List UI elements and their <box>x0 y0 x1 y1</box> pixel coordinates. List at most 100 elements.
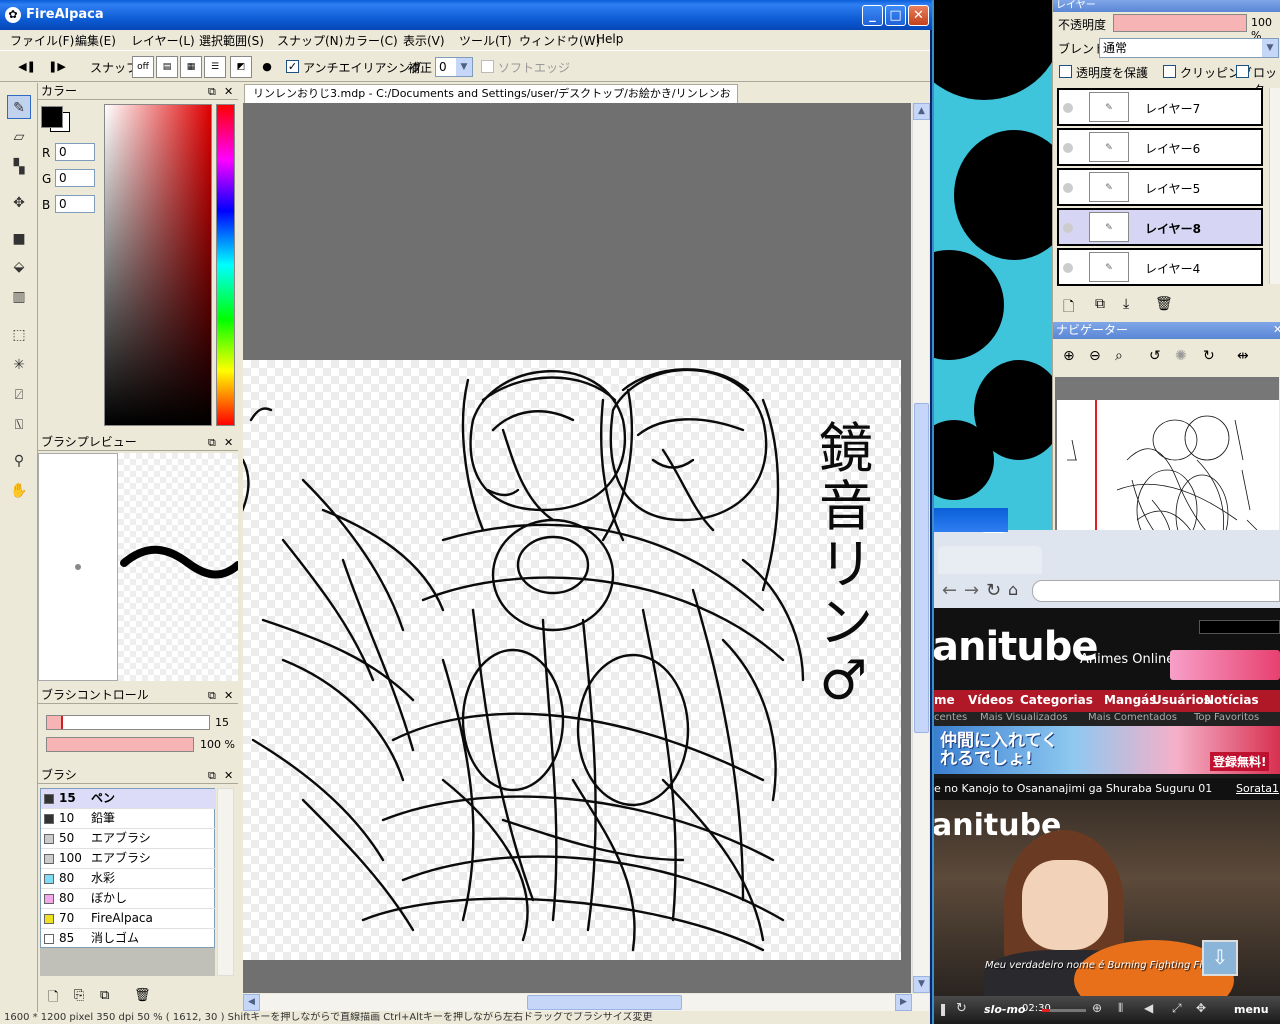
brush-size-slider[interactable] <box>46 715 210 730</box>
snap-grid-icon[interactable]: ▦ <box>180 56 202 78</box>
menu-item-1[interactable]: 編集(E) <box>75 32 116 49</box>
zoom-icon[interactable]: ⊕ <box>1092 1001 1102 1015</box>
brush-item[interactable]: 85 消しゴム <box>41 929 216 949</box>
visibility-icon[interactable] <box>1063 183 1073 193</box>
close-icon[interactable]: ✕ <box>224 83 233 100</box>
delete-layer-icon[interactable]: 🗑 <box>1155 296 1173 312</box>
visibility-icon[interactable] <box>1063 223 1073 233</box>
brush-item[interactable]: 80 水彩 <box>41 869 216 889</box>
brush-item[interactable]: 70 FireAlpaca <box>41 909 216 929</box>
site-nav-item[interactable]: Usuários <box>1152 693 1211 707</box>
maximize-button[interactable]: □ <box>885 5 906 26</box>
prev-icon[interactable]: ◀❚ <box>18 58 36 76</box>
snap-point-icon[interactable]: ● <box>258 58 276 76</box>
horizontal-scroll-thumb[interactable] <box>527 995 682 1010</box>
merge-down-icon[interactable]: ⤓ <box>1123 296 1129 312</box>
menu-item-6[interactable]: 表示(V) <box>403 32 445 49</box>
site-nav-item[interactable]: Notícias <box>1204 693 1259 707</box>
b-input[interactable]: 0 <box>55 195 95 213</box>
pause-icon[interactable]: ❚ <box>938 1002 948 1016</box>
close-icon[interactable]: ✕ <box>224 434 233 451</box>
foreground-color-swatch[interactable] <box>41 106 63 128</box>
vertical-scroll-thumb[interactable] <box>914 403 929 733</box>
blend-select[interactable]: 通常 ▼ <box>1099 38 1279 58</box>
move-tool-icon[interactable]: ✥ <box>7 191 31 215</box>
brush-item[interactable]: 10 鉛筆 <box>41 809 216 829</box>
eyedropper-icon[interactable]: ⚲ <box>7 449 31 473</box>
layer-row[interactable]: ✎ レイヤー6 <box>1057 128 1263 166</box>
site-subnav-item[interactable]: centes <box>934 712 967 723</box>
clipping-checkbox[interactable] <box>1163 65 1176 78</box>
back-arrow-icon[interactable]: ← <box>942 580 957 601</box>
replay-icon[interactable]: ↻ <box>956 1001 967 1016</box>
saturation-value-picker[interactable] <box>104 104 212 426</box>
close-button[interactable]: ✕ <box>908 5 929 26</box>
home-icon[interactable]: ⌂ <box>1008 580 1018 599</box>
brush-item[interactable]: 15 ペン <box>41 789 216 809</box>
edit-brush-icon[interactable]: ⎘ <box>74 988 84 1003</box>
site-subnav-item[interactable]: Mais Visualizados <box>980 712 1068 723</box>
softedge-checkbox[interactable] <box>481 60 494 73</box>
magic-wand-icon[interactable]: ✳ <box>7 353 31 377</box>
fill-tool-icon[interactable]: ■ <box>7 227 31 251</box>
menu-item-4[interactable]: スナップ(N) <box>277 32 343 49</box>
antialias-checkbox[interactable]: ✓ <box>286 60 299 73</box>
zoom-fit-icon[interactable]: ⌕ <box>1115 348 1123 364</box>
site-subnav-item[interactable]: Mais Comentados <box>1088 712 1177 723</box>
flip-icon[interactable]: ⇹ <box>1237 348 1249 364</box>
new-layer-icon[interactable]: 🗋 <box>1063 296 1074 320</box>
menu-item-7[interactable]: ツール(T) <box>459 32 512 49</box>
address-bar[interactable] <box>1032 580 1280 602</box>
duplicate-brush-icon[interactable]: ⧉ <box>100 988 109 1003</box>
drawing-canvas[interactable]: 鏡音リン♂ <box>243 360 901 960</box>
vertical-scrollbar[interactable]: ▲ ▼ <box>912 103 930 993</box>
scroll-right-icon[interactable]: ▶ <box>895 994 912 1011</box>
menu-button[interactable]: menu <box>1234 1003 1269 1016</box>
video-player[interactable]: anitube Meu verdadeiro nome é Burning Fi… <box>934 800 1280 996</box>
brush-item[interactable]: 80 ぼかし <box>41 889 216 909</box>
g-input[interactable]: 0 <box>55 169 95 187</box>
brush-list-scrollbar[interactable] <box>217 788 234 976</box>
pen-tool-icon[interactable]: ✎ <box>7 95 31 119</box>
scroll-left-icon[interactable]: ◀ <box>243 994 260 1011</box>
float-icon[interactable]: ⧉ <box>208 687 216 704</box>
site-subnav-item[interactable]: Top Favoritos <box>1194 712 1259 723</box>
lock-checkbox[interactable] <box>1236 65 1249 78</box>
float-icon[interactable]: ⧉ <box>208 434 216 451</box>
menu-item-5[interactable]: カラー(C) <box>344 32 398 49</box>
menu-item-2[interactable]: レイヤー(L) <box>131 32 195 49</box>
close-icon[interactable]: ✕ <box>224 767 233 784</box>
select-tool-icon[interactable]: ⬚ <box>7 323 31 347</box>
snap-off-button[interactable]: off <box>132 56 154 78</box>
menu-item-3[interactable]: 選択範囲(S) <box>199 32 264 49</box>
select-pen-icon[interactable]: ⍁ <box>7 383 31 407</box>
select-eraser-icon[interactable]: ⍂ <box>7 413 31 437</box>
visibility-icon[interactable] <box>1063 143 1073 153</box>
protect-alpha-checkbox[interactable] <box>1059 65 1072 78</box>
duplicate-layer-icon[interactable]: ⧉ <box>1095 296 1105 312</box>
visibility-icon[interactable] <box>1063 263 1073 273</box>
forward-arrow-icon[interactable]: → <box>964 580 979 601</box>
brush-opacity-slider[interactable] <box>46 737 194 752</box>
snap-curve-icon[interactable]: ◩ <box>230 56 252 78</box>
hand-tool-icon[interactable]: ✋ <box>7 479 31 503</box>
layer-row[interactable]: ✎ レイヤー5 <box>1057 168 1263 206</box>
browser-tab[interactable] <box>938 546 1042 574</box>
site-nav-item[interactable]: Mangás <box>1104 693 1156 707</box>
menu-item-0[interactable]: ファイル(F) <box>10 32 74 49</box>
close-icon[interactable]: ✕ <box>224 687 233 704</box>
site-nav-item[interactable]: Categorias <box>1020 693 1093 707</box>
close-icon[interactable]: ✕ <box>1273 323 1280 336</box>
brush-item[interactable]: 100 エアブラシ <box>41 849 216 869</box>
r-input[interactable]: 0 <box>55 143 95 161</box>
document-tab[interactable]: リンレンおりじ3.mdp - C:/Documents and Settings… <box>244 84 738 118</box>
menu-item-9[interactable]: Help <box>596 32 623 46</box>
share-icon[interactable]: ✥ <box>1196 1001 1206 1015</box>
float-icon[interactable]: ⧉ <box>208 767 216 784</box>
rotate-right-icon[interactable]: ↻ <box>1203 348 1215 364</box>
eraser-tool-icon[interactable]: ▱ <box>7 125 31 149</box>
hue-slider[interactable] <box>216 104 235 426</box>
layer-row[interactable]: ✎ レイヤー7 <box>1057 88 1263 126</box>
layer-row[interactable]: ✎ レイヤー8 <box>1057 208 1263 246</box>
dot-tool-icon[interactable]: ▚ <box>7 155 31 179</box>
